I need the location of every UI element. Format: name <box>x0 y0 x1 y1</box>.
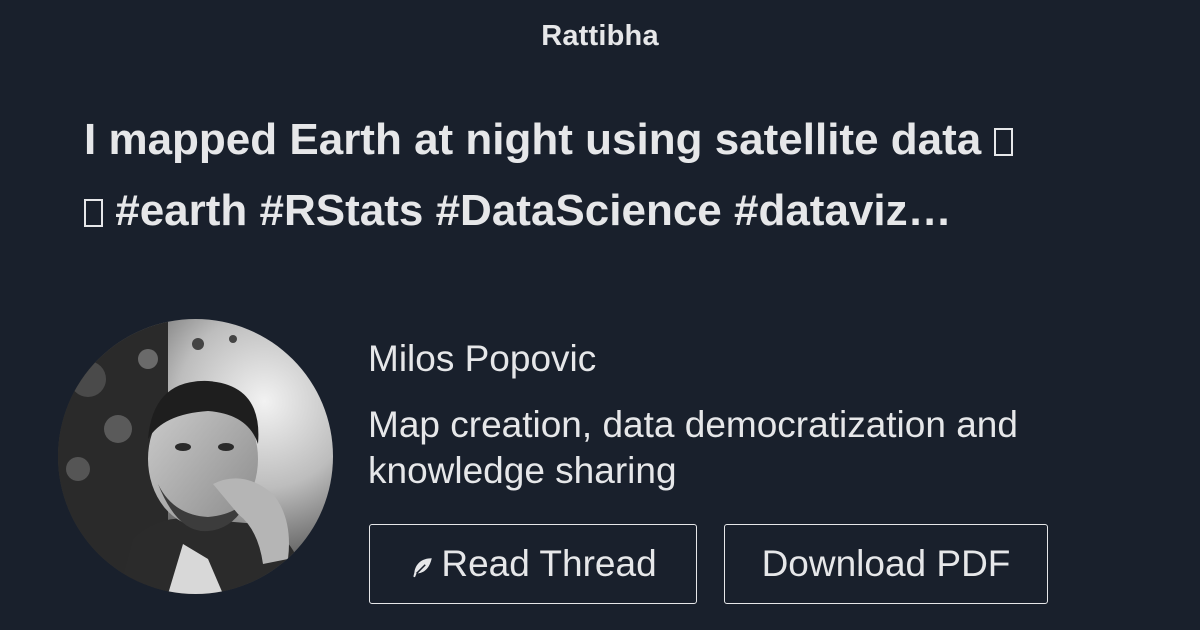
site-brand[interactable]: Rattibha <box>0 20 1200 53</box>
thread-title: I mapped Earth at night using satellite … <box>84 104 1124 246</box>
thread-title-line-1: I mapped Earth at night using satellite … <box>84 104 1124 175</box>
missing-glyph-icon <box>993 128 1013 156</box>
thread-title-text-1: I mapped Earth at night using satellite … <box>84 115 982 164</box>
feather-icon <box>413 558 433 578</box>
avatar-photo <box>58 319 333 594</box>
author-name[interactable]: Milos Popovic <box>368 338 596 380</box>
author-avatar <box>58 319 333 594</box>
thread-title-line-2: #earth #RStats #DataScience #dataviz… <box>84 175 1124 246</box>
read-thread-button[interactable]: Read Thread <box>369 524 697 604</box>
read-thread-label: Read Thread <box>441 543 657 584</box>
thread-title-text-2: #earth #RStats #DataScience #dataviz… <box>115 186 952 235</box>
author-bio: Map creation, data democratization and k… <box>368 404 1018 491</box>
download-pdf-button[interactable]: Download PDF <box>724 524 1048 604</box>
missing-glyph-icon <box>84 199 103 227</box>
download-pdf-label: Download PDF <box>761 543 1011 584</box>
